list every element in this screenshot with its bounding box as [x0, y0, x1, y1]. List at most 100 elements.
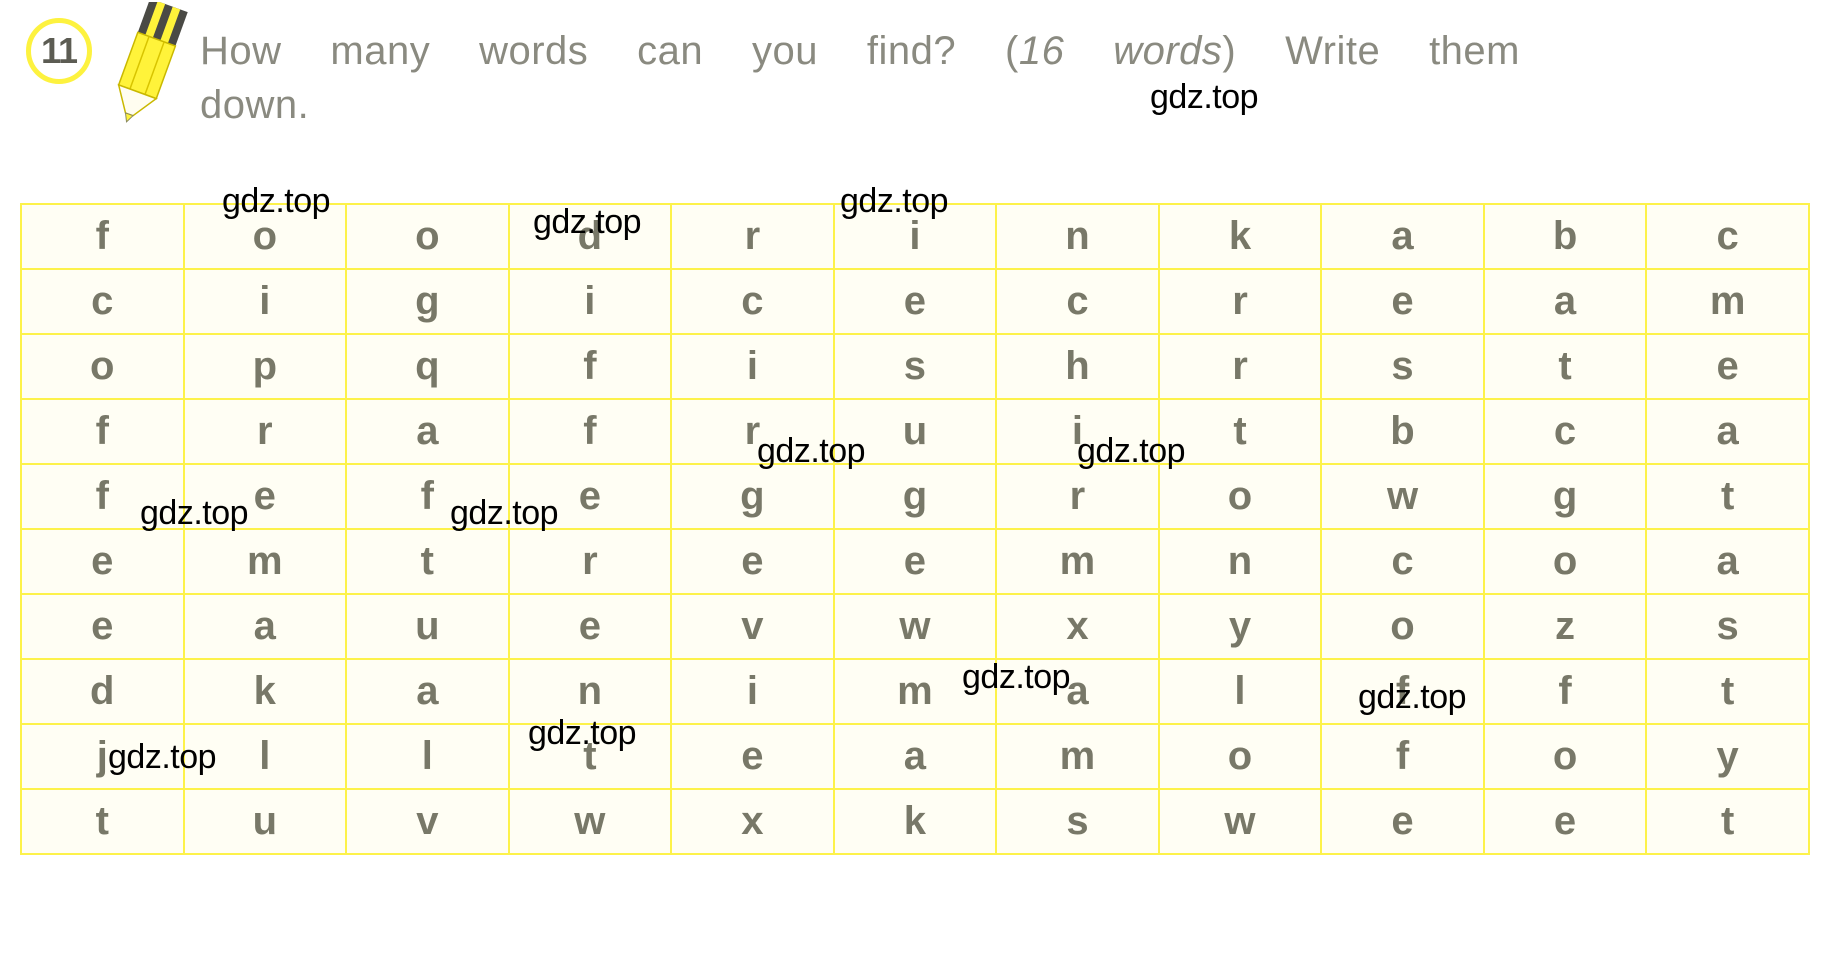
grid-cell[interactable]: e	[832, 528, 998, 595]
grid-cell[interactable]: r	[995, 463, 1160, 530]
grid-cell[interactable]: i	[670, 333, 835, 400]
grid-cell[interactable]: a	[1482, 268, 1648, 335]
grid-row: fefeggrowgt	[20, 463, 1810, 530]
grid-cell[interactable]: i	[670, 658, 835, 725]
grid-cell[interactable]: o	[345, 203, 510, 270]
exercise-header: 11 How many words can you find? (16 word…	[0, 0, 1826, 180]
grid-cell[interactable]: v	[345, 788, 510, 855]
grid-cell[interactable]: g	[345, 268, 510, 335]
grid-cell[interactable]: f	[1320, 723, 1485, 790]
grid-cell[interactable]: r	[507, 528, 673, 595]
grid-cell[interactable]: w	[507, 788, 673, 855]
grid-cell[interactable]: s	[832, 333, 998, 400]
grid-cell[interactable]: o	[1482, 528, 1648, 595]
grid-cell[interactable]: c	[1645, 203, 1810, 270]
grid-cell[interactable]: u	[182, 788, 348, 855]
grid-cell[interactable]: g	[670, 463, 835, 530]
grid-cell[interactable]: o	[1157, 463, 1323, 530]
grid-cell[interactable]: m	[182, 528, 348, 595]
watermark-text: gdz.top	[962, 658, 1071, 696]
grid-cell[interactable]: e	[1482, 788, 1648, 855]
grid-cell[interactable]: i	[507, 268, 673, 335]
grid-cell[interactable]: r	[182, 398, 348, 465]
pencil-icon	[106, 0, 192, 124]
grid-cell[interactable]: a	[1320, 203, 1485, 270]
grid-cell[interactable]: q	[345, 333, 510, 400]
grid-cell[interactable]: p	[182, 333, 348, 400]
grid-cell[interactable]: f	[507, 398, 673, 465]
grid-cell[interactable]: o	[1157, 723, 1323, 790]
grid-cell[interactable]: t	[20, 788, 185, 855]
grid-cell[interactable]: c	[20, 268, 185, 335]
grid-cell[interactable]: f	[20, 398, 185, 465]
grid-row: dkanimalfft	[20, 658, 1810, 725]
grid-cell[interactable]: a	[1645, 398, 1810, 465]
grid-cell[interactable]: x	[670, 788, 835, 855]
grid-cell[interactable]: l	[345, 723, 510, 790]
grid-cell[interactable]: w	[832, 593, 998, 660]
grid-cell[interactable]: f	[1482, 658, 1648, 725]
grid-cell[interactable]: t	[1645, 463, 1810, 530]
grid-cell[interactable]: k	[832, 788, 998, 855]
grid-cell[interactable]: a	[832, 723, 998, 790]
grid-cell[interactable]: m	[995, 723, 1160, 790]
grid-cell[interactable]: a	[182, 593, 348, 660]
grid-cell[interactable]: y	[1645, 723, 1810, 790]
grid-cell[interactable]: f	[20, 203, 185, 270]
grid-cell[interactable]: c	[1320, 528, 1485, 595]
grid-cell[interactable]: e	[1645, 333, 1810, 400]
grid-cell[interactable]: r	[670, 203, 835, 270]
grid-cell[interactable]: v	[670, 593, 835, 660]
grid-cell[interactable]: t	[1645, 788, 1810, 855]
grid-cell[interactable]: e	[832, 268, 998, 335]
grid-cell[interactable]: x	[995, 593, 1160, 660]
grid-cell[interactable]: n	[995, 203, 1160, 270]
grid-cell[interactable]: e	[20, 593, 185, 660]
grid-cell[interactable]: s	[1320, 333, 1485, 400]
grid-cell[interactable]: o	[1482, 723, 1648, 790]
grid-cell[interactable]: t	[1645, 658, 1810, 725]
grid-cell[interactable]: m	[995, 528, 1160, 595]
grid-cell[interactable]: s	[1645, 593, 1810, 660]
grid-cell[interactable]: o	[20, 333, 185, 400]
grid-cell[interactable]: d	[20, 658, 185, 725]
grid-cell[interactable]: f	[507, 333, 673, 400]
grid-cell[interactable]: k	[182, 658, 348, 725]
grid-cell[interactable]: w	[1320, 463, 1485, 530]
grid-cell[interactable]: a	[345, 658, 510, 725]
grid-cell[interactable]: a	[1645, 528, 1810, 595]
grid-row: tuvwxksweet	[20, 788, 1810, 855]
grid-cell[interactable]: z	[1482, 593, 1648, 660]
grid-cell[interactable]: e	[507, 593, 673, 660]
grid-cell[interactable]: l	[1157, 658, 1323, 725]
grid-cell[interactable]: e	[670, 528, 835, 595]
grid-cell[interactable]: n	[1157, 528, 1323, 595]
grid-cell[interactable]: g	[832, 463, 998, 530]
grid-cell[interactable]: s	[995, 788, 1160, 855]
grid-cell[interactable]: e	[20, 528, 185, 595]
grid-cell[interactable]: u	[345, 593, 510, 660]
grid-cell[interactable]: e	[1320, 268, 1485, 335]
grid-cell[interactable]: i	[182, 268, 348, 335]
word-search-grid[interactable]: foodrinkabccigicecreamopqfishrstefrafrui…	[20, 203, 1810, 855]
grid-cell[interactable]: b	[1320, 398, 1485, 465]
grid-cell[interactable]: c	[670, 268, 835, 335]
grid-cell[interactable]: h	[995, 333, 1160, 400]
instruction-line-1: How many words can you find? (16 words) …	[200, 24, 1520, 78]
grid-cell[interactable]: a	[345, 398, 510, 465]
grid-cell[interactable]: r	[1157, 333, 1323, 400]
grid-cell[interactable]: e	[670, 723, 835, 790]
grid-cell[interactable]: k	[1157, 203, 1323, 270]
grid-cell[interactable]: o	[1320, 593, 1485, 660]
grid-cell[interactable]: c	[995, 268, 1160, 335]
grid-cell[interactable]: y	[1157, 593, 1323, 660]
grid-cell[interactable]: g	[1482, 463, 1648, 530]
grid-cell[interactable]: r	[1157, 268, 1323, 335]
grid-cell[interactable]: m	[1645, 268, 1810, 335]
grid-cell[interactable]: w	[1157, 788, 1323, 855]
grid-cell[interactable]: t	[1482, 333, 1648, 400]
grid-cell[interactable]: t	[345, 528, 510, 595]
grid-cell[interactable]: c	[1482, 398, 1648, 465]
grid-cell[interactable]: e	[1320, 788, 1485, 855]
grid-cell[interactable]: b	[1482, 203, 1648, 270]
